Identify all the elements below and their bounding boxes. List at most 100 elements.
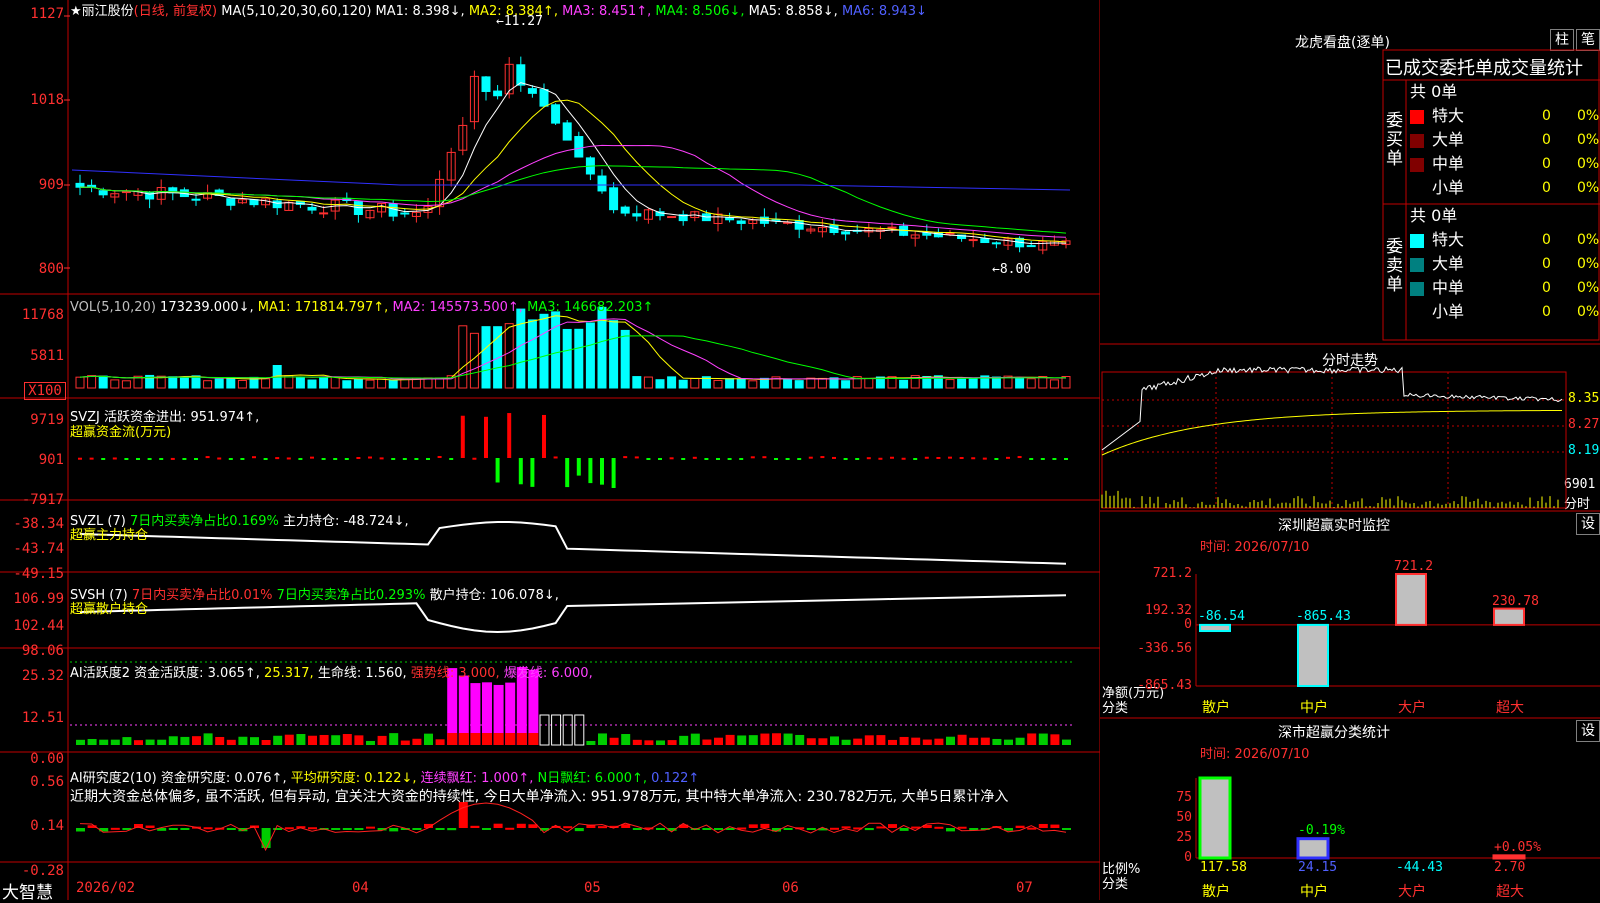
- flow-bar: [217, 457, 222, 460]
- candle: [539, 89, 549, 107]
- active-bar: [795, 734, 805, 745]
- active-bar: [644, 740, 654, 745]
- volume-bar: [1026, 378, 1036, 389]
- volume-bar: [783, 378, 793, 389]
- chart-mode[interactable]: (日线, 前复权): [134, 4, 217, 19]
- vol-ma1-line: [79, 315, 1067, 381]
- svzl-subtitle: 超赢主力持仓: [70, 528, 149, 543]
- svsh-ratio1: 7日内买卖净占比0.01%: [131, 588, 273, 603]
- research-bar: [806, 828, 816, 830]
- active-bar: [992, 738, 1002, 745]
- volume-bar: [864, 377, 874, 389]
- candle: [980, 238, 990, 244]
- active-bar: [806, 738, 816, 745]
- candle: [609, 187, 619, 211]
- svzj-ytick: -7917: [21, 492, 64, 508]
- active-bar: [470, 733, 481, 745]
- flow-bar: [252, 456, 256, 459]
- candle: [481, 76, 491, 92]
- research-bar: [389, 828, 399, 832]
- active-bar: [528, 733, 539, 745]
- research-bar: [760, 823, 770, 828]
- ma3-line: [79, 144, 1067, 238]
- candle: [794, 220, 804, 230]
- active-bar: [87, 738, 97, 745]
- active-bar: [574, 714, 585, 746]
- ma1-line: [79, 82, 1067, 245]
- flow-bar: [298, 458, 303, 460]
- flow-bar: [774, 458, 778, 460]
- volume-bar: [504, 323, 514, 389]
- active-bar: [435, 739, 445, 745]
- research-bar: [354, 828, 364, 830]
- flow-bar: [240, 458, 245, 460]
- main-ytick: 1127: [30, 6, 64, 22]
- svzj-subtitle: 超赢资金流(万元): [70, 425, 172, 440]
- volume-bar: [794, 380, 804, 389]
- flow-bar: [576, 458, 581, 476]
- research-bar: [714, 828, 723, 831]
- kline-chart-area[interactable]: [0, 0, 1100, 900]
- volume-bar: [377, 378, 387, 389]
- research-bar: [273, 828, 283, 830]
- active-bar: [203, 733, 213, 745]
- flow-bar: [808, 456, 813, 459]
- active-bar: [377, 735, 387, 745]
- candle: [191, 198, 201, 201]
- vol-ytick: 11768: [21, 307, 64, 323]
- flow-bar: [159, 458, 164, 460]
- volume-bar: [214, 378, 224, 389]
- flow-bar: [78, 457, 82, 460]
- active-bar: [598, 733, 607, 745]
- candle: [527, 88, 537, 94]
- volume-bar: [87, 375, 97, 389]
- active-bar: [760, 733, 770, 745]
- flow-bar: [704, 458, 709, 460]
- ai-research-label: AI研究度2(10): [70, 771, 157, 786]
- flow-bar: [182, 458, 187, 460]
- active-bar: [946, 736, 955, 745]
- volume-bar: [516, 308, 526, 389]
- volume-bar: [899, 379, 909, 389]
- candle: [1026, 245, 1036, 248]
- volume-bar: [388, 379, 398, 389]
- research-bar: [563, 826, 573, 829]
- candle: [736, 220, 746, 224]
- svsh-ytick: 106.99: [13, 591, 64, 607]
- active-bar: [458, 733, 469, 745]
- volume-bar: [632, 376, 642, 389]
- x-axis-label: 04: [352, 880, 369, 896]
- flow-bar: [495, 458, 500, 483]
- vol-label: VOL(5,10,20): [70, 300, 156, 315]
- flow-bar: [1064, 458, 1068, 460]
- ai-research-ytick: -0.28: [21, 863, 64, 879]
- research-red-line: [79, 802, 1067, 852]
- research-bar: [748, 824, 758, 828]
- flow-bar: [588, 458, 593, 484]
- flow-bar: [263, 458, 268, 460]
- favorite-star-icon[interactable]: ★: [70, 4, 82, 19]
- candle: [887, 226, 897, 229]
- flow-bar: [530, 458, 535, 487]
- candle: [121, 191, 131, 194]
- ma4-value: MA4: 8.506↓,: [655, 4, 745, 19]
- svzj-ytick: 9719: [30, 412, 64, 428]
- volume-bar: [817, 377, 827, 389]
- active-bar: [482, 733, 492, 745]
- flow-bar: [344, 458, 349, 460]
- research-bar: [946, 828, 955, 832]
- ma1-value: MA1: 8.398↓,: [375, 4, 465, 19]
- volume-bar: [841, 380, 851, 389]
- candle: [562, 122, 572, 141]
- candle: [493, 90, 503, 97]
- svsh-ytick: 102.44: [13, 618, 64, 634]
- volume-bar: [400, 378, 410, 389]
- active-bar: [250, 737, 259, 745]
- active-bar: [342, 734, 352, 745]
- flow-bar: [507, 413, 512, 458]
- candle: [249, 199, 259, 206]
- candle: [667, 216, 677, 219]
- svzl-holding: 主力持仓: -48.724↓,: [282, 514, 409, 529]
- candle: [597, 175, 607, 192]
- volume-bar: [991, 376, 1001, 389]
